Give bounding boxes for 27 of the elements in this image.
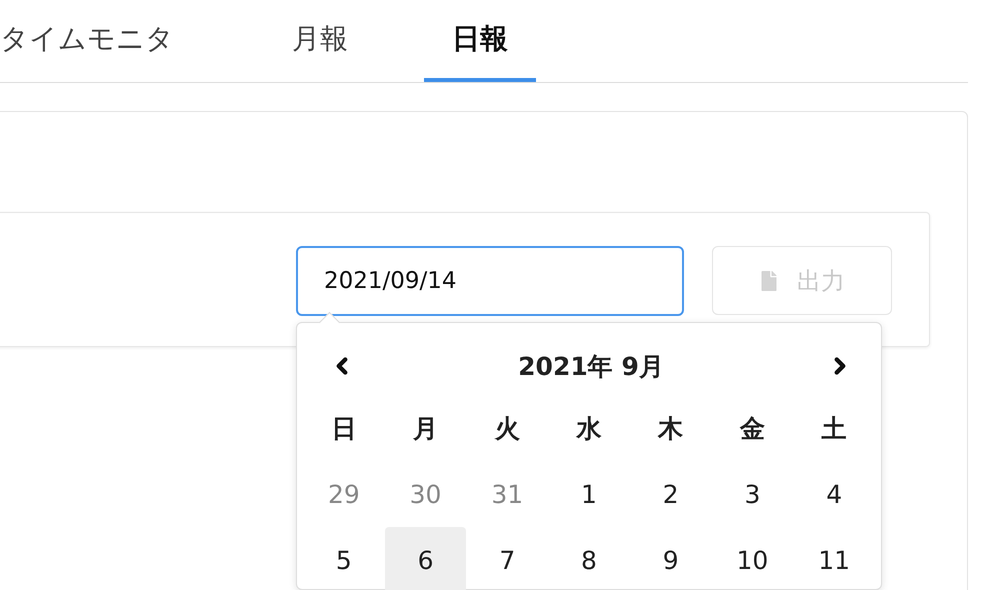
tab[interactable]: 月報 bbox=[264, 0, 376, 82]
calendar-title: 2021年 9月 bbox=[518, 350, 664, 382]
calendar-day[interactable]: 2 bbox=[630, 461, 712, 527]
tab[interactable]: タイムモニタ bbox=[0, 0, 202, 82]
calendar-day[interactable]: 7 bbox=[466, 527, 548, 590]
weekday-label: 日 bbox=[330, 412, 358, 444]
calendar-day[interactable]: 10 bbox=[712, 527, 794, 590]
weekday-label: 金 bbox=[738, 412, 766, 444]
weekday-label: 土 bbox=[820, 412, 848, 444]
calendar-day[interactable]: 6 bbox=[384, 527, 466, 590]
date-field[interactable]: 2021/09/14 bbox=[296, 246, 684, 316]
weekday-label: 月 bbox=[412, 412, 440, 444]
file-icon bbox=[759, 270, 779, 290]
calendar-day[interactable]: 3 bbox=[712, 461, 794, 527]
calendar-day[interactable]: 4 bbox=[793, 461, 875, 527]
calendar-day[interactable]: 11 bbox=[793, 527, 875, 590]
weekday-label: 木 bbox=[656, 412, 684, 444]
calendar-day[interactable]: 8 bbox=[548, 527, 630, 590]
weekday-label: 水 bbox=[575, 412, 602, 444]
calendar-day[interactable]: 5 bbox=[303, 527, 385, 590]
calendar-day[interactable]: 31 bbox=[466, 461, 548, 527]
calendar-day[interactable]: 1 bbox=[548, 461, 630, 527]
calendar-day[interactable]: 30 bbox=[384, 461, 466, 527]
calendar-day[interactable]: 9 bbox=[630, 527, 712, 590]
weekday-label: 火 bbox=[494, 412, 521, 444]
tab[interactable]: 日報 bbox=[424, 0, 536, 82]
calendar-day[interactable]: 29 bbox=[303, 461, 385, 527]
